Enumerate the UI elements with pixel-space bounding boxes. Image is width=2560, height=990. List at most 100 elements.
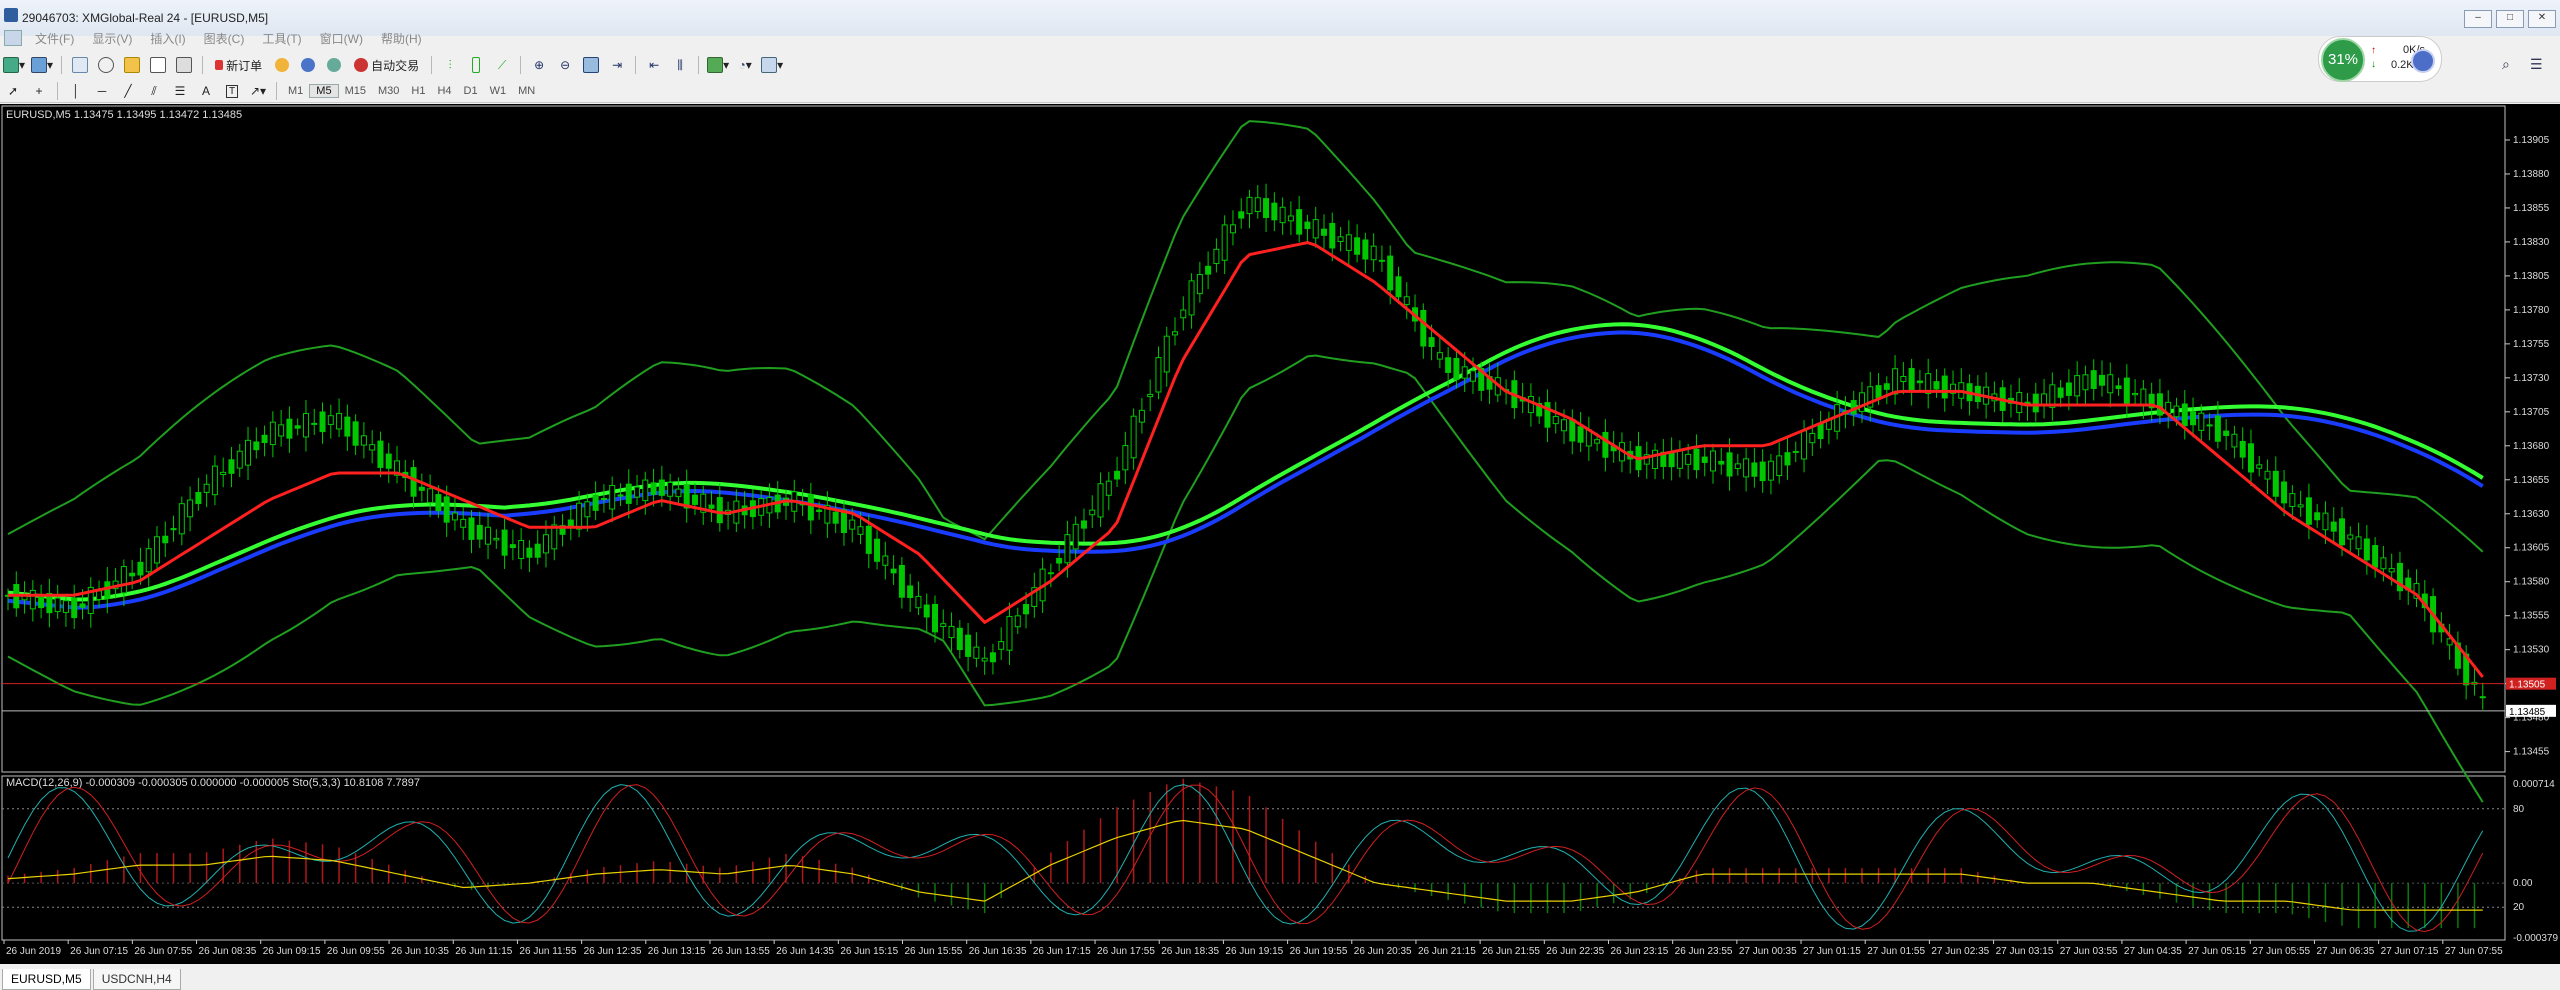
menu-window[interactable]: 窗口(W)	[311, 30, 372, 47]
price-tick-label: 1.13655	[2513, 475, 2550, 486]
tile-windows-button[interactable]	[580, 54, 602, 76]
indicators-button[interactable]: ▾	[706, 54, 730, 76]
channel-tool[interactable]: ⫽	[143, 80, 165, 102]
text-tool[interactable]: A	[195, 80, 217, 102]
search-icon[interactable]: ⌕	[2502, 56, 2510, 73]
navigator-button[interactable]	[121, 54, 143, 76]
time-axis-label: 26 Jun 11:55	[519, 946, 577, 957]
data-window-button[interactable]	[95, 54, 117, 76]
menu-view[interactable]: 显示(V)	[83, 30, 141, 47]
time-axis-label: 27 Jun 05:55	[2252, 946, 2310, 957]
new-chart-button[interactable]: ▾	[2, 54, 26, 76]
periods-button[interactable]: ◔ ▾	[734, 54, 756, 76]
profiles-button[interactable]: ▾	[30, 54, 54, 76]
candle-body	[650, 482, 657, 495]
drawing-toolbar: ➚ + │ ─ ╱ ⫽ ☰ A T ↗▾ M1 M5 M15 M30 H1 H4…	[0, 80, 2560, 103]
candle-body	[1403, 296, 1410, 305]
fibonacci-tool[interactable]: ☰	[169, 80, 191, 102]
horizontal-line-tool[interactable]: ─	[91, 80, 113, 102]
candle-body	[1933, 381, 1940, 390]
period-separator-icon: ⫼	[677, 57, 683, 72]
timeframe-m30[interactable]: M30	[372, 85, 405, 97]
arrows-tool[interactable]: ↗▾	[247, 80, 269, 102]
time-axis-label: 26 Jun 23:15	[1610, 946, 1668, 957]
terminal-button[interactable]	[147, 54, 169, 76]
candle-body	[71, 597, 78, 619]
chart-window-icon[interactable]	[4, 30, 22, 46]
candle-body	[153, 536, 160, 564]
candle-body	[1378, 259, 1385, 262]
community-icon[interactable]: ☰	[2530, 56, 2543, 73]
timeframe-d1[interactable]: D1	[458, 85, 484, 97]
zoom-out-button[interactable]: ⊖	[554, 54, 576, 76]
candle-body	[617, 494, 624, 497]
timeframe-h4[interactable]: H4	[431, 85, 457, 97]
timeframe-h1[interactable]: H1	[405, 85, 431, 97]
maximize-button[interactable]: □	[2496, 10, 2524, 28]
candlesticks-button[interactable]	[465, 54, 487, 76]
tab-eurusd-m5[interactable]: EURUSD,M5	[2, 969, 91, 990]
candle-body	[2098, 374, 2105, 386]
candle-body	[1312, 219, 1319, 239]
price-chart[interactable]: EURUSD,M5 1.13475 1.13495 1.13472 1.1348…	[0, 104, 2560, 966]
horizontal-line-icon: ─	[97, 84, 107, 98]
line-chart-button[interactable]: ⟋	[491, 54, 513, 76]
candle-body	[1296, 209, 1303, 235]
market-watch-button[interactable]	[69, 54, 91, 76]
period-separators-button[interactable]: ⫼	[669, 54, 691, 76]
candle-body	[1552, 416, 1559, 425]
menu-charts[interactable]: 图表(C)	[195, 30, 254, 47]
menu-file[interactable]: 文件(F)	[26, 30, 83, 47]
timeframe-m1[interactable]: M1	[282, 85, 309, 97]
timeframe-m5[interactable]: M5	[309, 84, 339, 98]
candle-body	[965, 634, 972, 657]
time-axis-label: 27 Jun 01:15	[1803, 946, 1861, 957]
timeframe-w1[interactable]: W1	[484, 85, 513, 97]
candle-body	[2380, 557, 2387, 570]
bar-chart-button[interactable]: ⫶	[439, 54, 461, 76]
candle-body	[1279, 206, 1286, 224]
chart-window[interactable]: EURUSD,M5 1.13475 1.13495 1.13472 1.1348…	[0, 104, 2560, 966]
vertical-line-tool[interactable]: │	[65, 80, 87, 102]
candle-body	[882, 555, 889, 566]
candle-body	[1354, 237, 1361, 255]
label-tool[interactable]: T	[221, 80, 243, 102]
candle-body	[1776, 455, 1783, 477]
trendline-tool[interactable]: ╱	[117, 80, 139, 102]
meta-editor-button[interactable]	[271, 54, 293, 76]
chart-shift-button[interactable]: ⇥	[606, 54, 628, 76]
timeframe-m15[interactable]: M15	[339, 85, 372, 97]
minimize-button[interactable]: –	[2464, 10, 2492, 28]
auto-trading-button[interactable]: 自动交易	[349, 54, 424, 76]
candle-body	[286, 418, 293, 439]
time-axis-label: 26 Jun 09:55	[327, 946, 385, 957]
menu-tools[interactable]: 工具(T)	[253, 30, 310, 47]
candle-body	[245, 439, 252, 466]
candle-body	[211, 465, 218, 496]
menu-help[interactable]: 帮助(H)	[372, 30, 431, 47]
timeframe-mn[interactable]: MN	[512, 85, 541, 97]
templates-button[interactable]: ▾	[760, 54, 784, 76]
strategy-tester-button[interactable]	[173, 54, 195, 76]
arrows-icon: ↗▾	[249, 84, 267, 98]
candle-body	[642, 479, 649, 502]
close-button[interactable]: ✕	[2528, 10, 2556, 28]
signals-button[interactable]	[297, 54, 319, 76]
tab-usdcnh-h4[interactable]: USDCNH,H4	[92, 969, 181, 990]
candle-body	[493, 537, 500, 541]
vps-button[interactable]	[323, 54, 345, 76]
zoom-in-button[interactable]: ⊕	[528, 54, 550, 76]
price-tick-label: 1.13530	[2513, 645, 2550, 656]
price-tick-label: 1.13830	[2513, 237, 2550, 248]
cursor-tool[interactable]: ➚	[2, 80, 24, 102]
crosshair-tool[interactable]: +	[28, 80, 50, 102]
candle-body	[236, 450, 243, 469]
candle-body	[1014, 615, 1021, 628]
candle-body	[1080, 520, 1087, 529]
auto-scroll-button[interactable]: ⇤	[643, 54, 665, 76]
candle-body	[1759, 461, 1766, 482]
candle-body	[1900, 375, 1907, 383]
menu-insert[interactable]: 插入(I)	[141, 30, 194, 47]
candle-body	[294, 425, 301, 429]
new-order-button[interactable]: 新订单	[210, 54, 267, 76]
